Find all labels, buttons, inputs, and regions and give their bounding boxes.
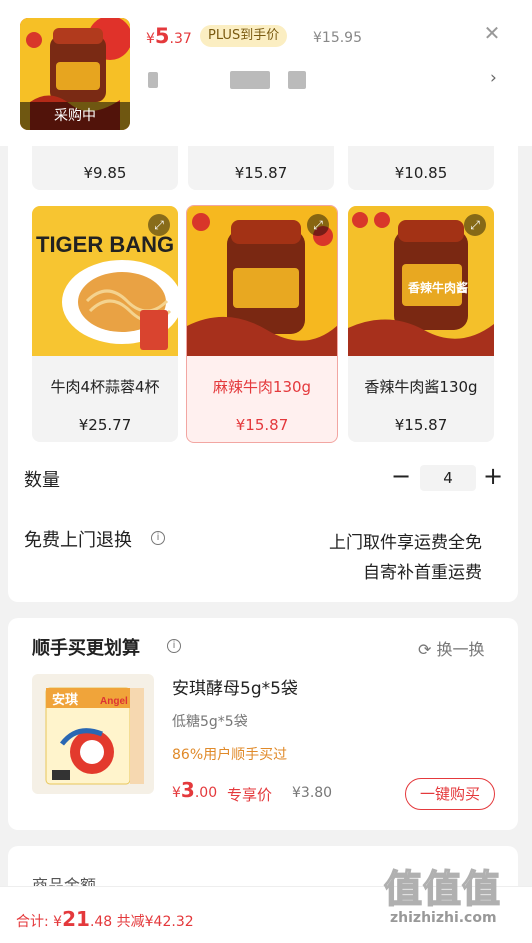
quantity-label: 数量 bbox=[24, 470, 60, 491]
variant-price: ¥10.85 bbox=[394, 164, 448, 182]
watermark: 值值值 zhizhizhi.com bbox=[383, 858, 526, 938]
add-on-product-name[interactable]: 安琪酵母5g*5袋 bbox=[172, 674, 298, 699]
add-on-purchase-note: 86%用户顺手买过 bbox=[172, 747, 288, 763]
one-click-buy-button[interactable]: 一键购买 bbox=[405, 778, 495, 810]
total-discount: 共减¥42.32 bbox=[112, 914, 194, 930]
redacted-block bbox=[288, 71, 306, 89]
package-brand-sub: Angel bbox=[100, 696, 128, 707]
expand-icon[interactable]: ⤢ bbox=[307, 214, 329, 236]
variant-card[interactable]: TIGER BANG ⤢ 牛肉4杯蒜蓉4杯 ¥25.77 bbox=[32, 206, 178, 442]
price-symbol: ¥ bbox=[146, 31, 155, 47]
variant-card[interactable]: ¥9.85 bbox=[32, 146, 178, 190]
variant-options: ¥9.85 ¥15.87 ¥10.85 TIGER BANG ⤢ 牛肉4杯蒜蓉4… bbox=[8, 146, 518, 602]
free-return-label: 免费上门退换 bbox=[24, 530, 132, 551]
info-icon[interactable]: i bbox=[167, 639, 181, 653]
info-icon[interactable]: i bbox=[151, 531, 165, 545]
product-header: 采购中 ¥5.37 PLUS到手价 ¥15.95 ✕ › bbox=[0, 0, 532, 146]
price-symbol: ¥ bbox=[172, 785, 181, 801]
variant-image-text: 香辣牛肉酱 bbox=[407, 280, 468, 295]
total-symbol: ¥ bbox=[53, 914, 63, 930]
plus-price-badge: PLUS到手价 bbox=[200, 25, 288, 47]
watermark-site: zhizhizhi.com bbox=[390, 910, 497, 926]
redacted-block bbox=[148, 72, 158, 88]
total-summary: 合计: ¥21.48 共减¥42.32 bbox=[16, 907, 194, 931]
yeast-package-image: 安琪 Angel bbox=[45, 687, 144, 785]
add-on-section: 顺手买更划算 i ⟳ 换一换 安琪 Angel 安琪酵母5g*5袋 低糖5g*5… bbox=[8, 618, 518, 830]
variant-card[interactable]: ¥10.85 bbox=[348, 146, 494, 190]
price-decimal: .37 bbox=[169, 31, 192, 47]
add-on-product-spec: 低糖5g*5袋 bbox=[172, 714, 248, 730]
original-price: ¥15.95 bbox=[313, 30, 362, 46]
exclusive-price-tag: 专享价 bbox=[227, 786, 273, 804]
add-on-product-image[interactable]: 安琪 Angel bbox=[32, 674, 154, 794]
variant-price: ¥15.87 bbox=[394, 416, 448, 434]
price-decimal: .00 bbox=[194, 785, 218, 801]
variant-card[interactable]: ¥15.87 bbox=[188, 146, 334, 190]
expand-icon[interactable]: ⤢ bbox=[148, 214, 170, 236]
total-decimal: .48 bbox=[89, 914, 113, 930]
add-on-title: 顺手买更划算 bbox=[32, 638, 140, 659]
swap-button[interactable]: ⟳ 换一换 bbox=[418, 636, 485, 660]
variant-price: ¥25.77 bbox=[78, 416, 132, 434]
expand-icon[interactable]: ⤢ bbox=[464, 214, 486, 236]
variant-card-selected[interactable]: ⤢ 麻辣牛肉130g ¥15.87 bbox=[186, 205, 338, 443]
return-info-line1: 上门取件享运费全免 bbox=[329, 533, 482, 553]
refresh-icon: ⟳ bbox=[418, 640, 432, 659]
total-integer: 21 bbox=[62, 907, 90, 931]
variant-label: 麻辣牛肉130g bbox=[212, 378, 312, 396]
variant-price: ¥15.87 bbox=[235, 416, 289, 434]
close-icon[interactable]: ✕ bbox=[481, 22, 503, 44]
variant-label: 香辣牛肉酱130g bbox=[364, 378, 478, 396]
current-price: ¥5.37 bbox=[146, 24, 192, 48]
variant-price: ¥9.85 bbox=[83, 164, 127, 182]
tiger-bang-text: TIGER BANG bbox=[36, 232, 174, 257]
add-on-price: ¥3.00 bbox=[172, 778, 217, 802]
add-on-old-price: ¥3.80 bbox=[292, 785, 333, 801]
chevron-right-icon[interactable]: › bbox=[490, 68, 497, 88]
price-integer: 3 bbox=[180, 778, 195, 802]
swap-label: 换一换 bbox=[436, 640, 485, 659]
variant-card[interactable]: 香辣牛肉酱 ⤢ 香辣牛肉酱130g ¥15.87 bbox=[348, 206, 494, 442]
package-brand-text: 安琪 bbox=[52, 692, 78, 708]
product-thumbnail[interactable]: 采购中 bbox=[20, 18, 130, 130]
watermark-glyphs: 值值值 bbox=[383, 866, 502, 912]
quantity-plus-button[interactable]: + bbox=[482, 462, 504, 490]
quantity-minus-button[interactable]: − bbox=[390, 462, 412, 490]
return-info-line2: 自寄补首重运费 bbox=[363, 563, 482, 583]
total-label: 合计: bbox=[16, 914, 54, 930]
variant-label: 牛肉4杯蒜蓉4杯 bbox=[50, 378, 160, 396]
variant-price: ¥15.87 bbox=[234, 164, 288, 182]
price-integer: 5 bbox=[154, 24, 170, 48]
quantity-input[interactable]: 4 bbox=[420, 465, 476, 491]
purchasing-badge: 采购中 bbox=[20, 102, 130, 130]
redacted-block bbox=[230, 71, 270, 89]
